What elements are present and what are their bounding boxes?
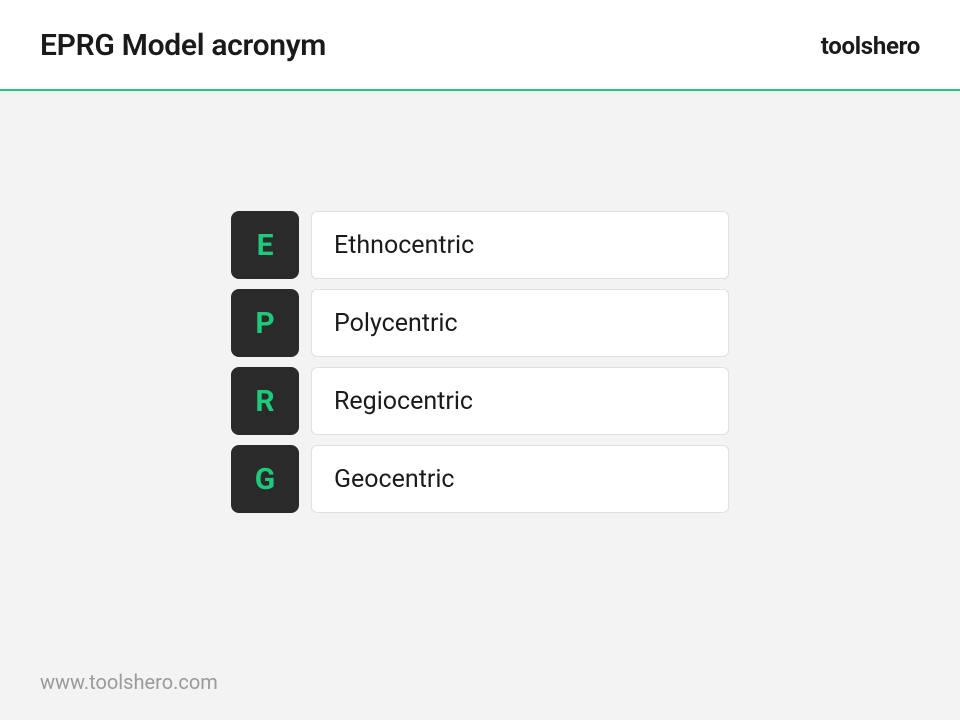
acronym-row-r: R Regiocentric	[231, 367, 729, 435]
label-box: Polycentric	[311, 289, 729, 357]
acronym-row-e: E Ethnocentric	[231, 211, 729, 279]
acronym-row-p: P Polycentric	[231, 289, 729, 357]
letter-box: G	[231, 445, 299, 513]
label-box: Geocentric	[311, 445, 729, 513]
header: EPRG Model acronym toolshero	[0, 0, 960, 89]
letter-box: R	[231, 367, 299, 435]
label-box: Regiocentric	[311, 367, 729, 435]
acronym-row-g: G Geocentric	[231, 445, 729, 513]
content-area: E Ethnocentric P Polycentric R Regiocent…	[0, 91, 960, 513]
brand-logo: toolshero	[821, 32, 920, 60]
letter-box: P	[231, 289, 299, 357]
page-title: EPRG Model acronym	[40, 28, 326, 63]
footer-url: www.toolshero.com	[40, 670, 218, 694]
label-box: Ethnocentric	[311, 211, 729, 279]
letter-box: E	[231, 211, 299, 279]
acronym-list: E Ethnocentric P Polycentric R Regiocent…	[231, 211, 729, 513]
